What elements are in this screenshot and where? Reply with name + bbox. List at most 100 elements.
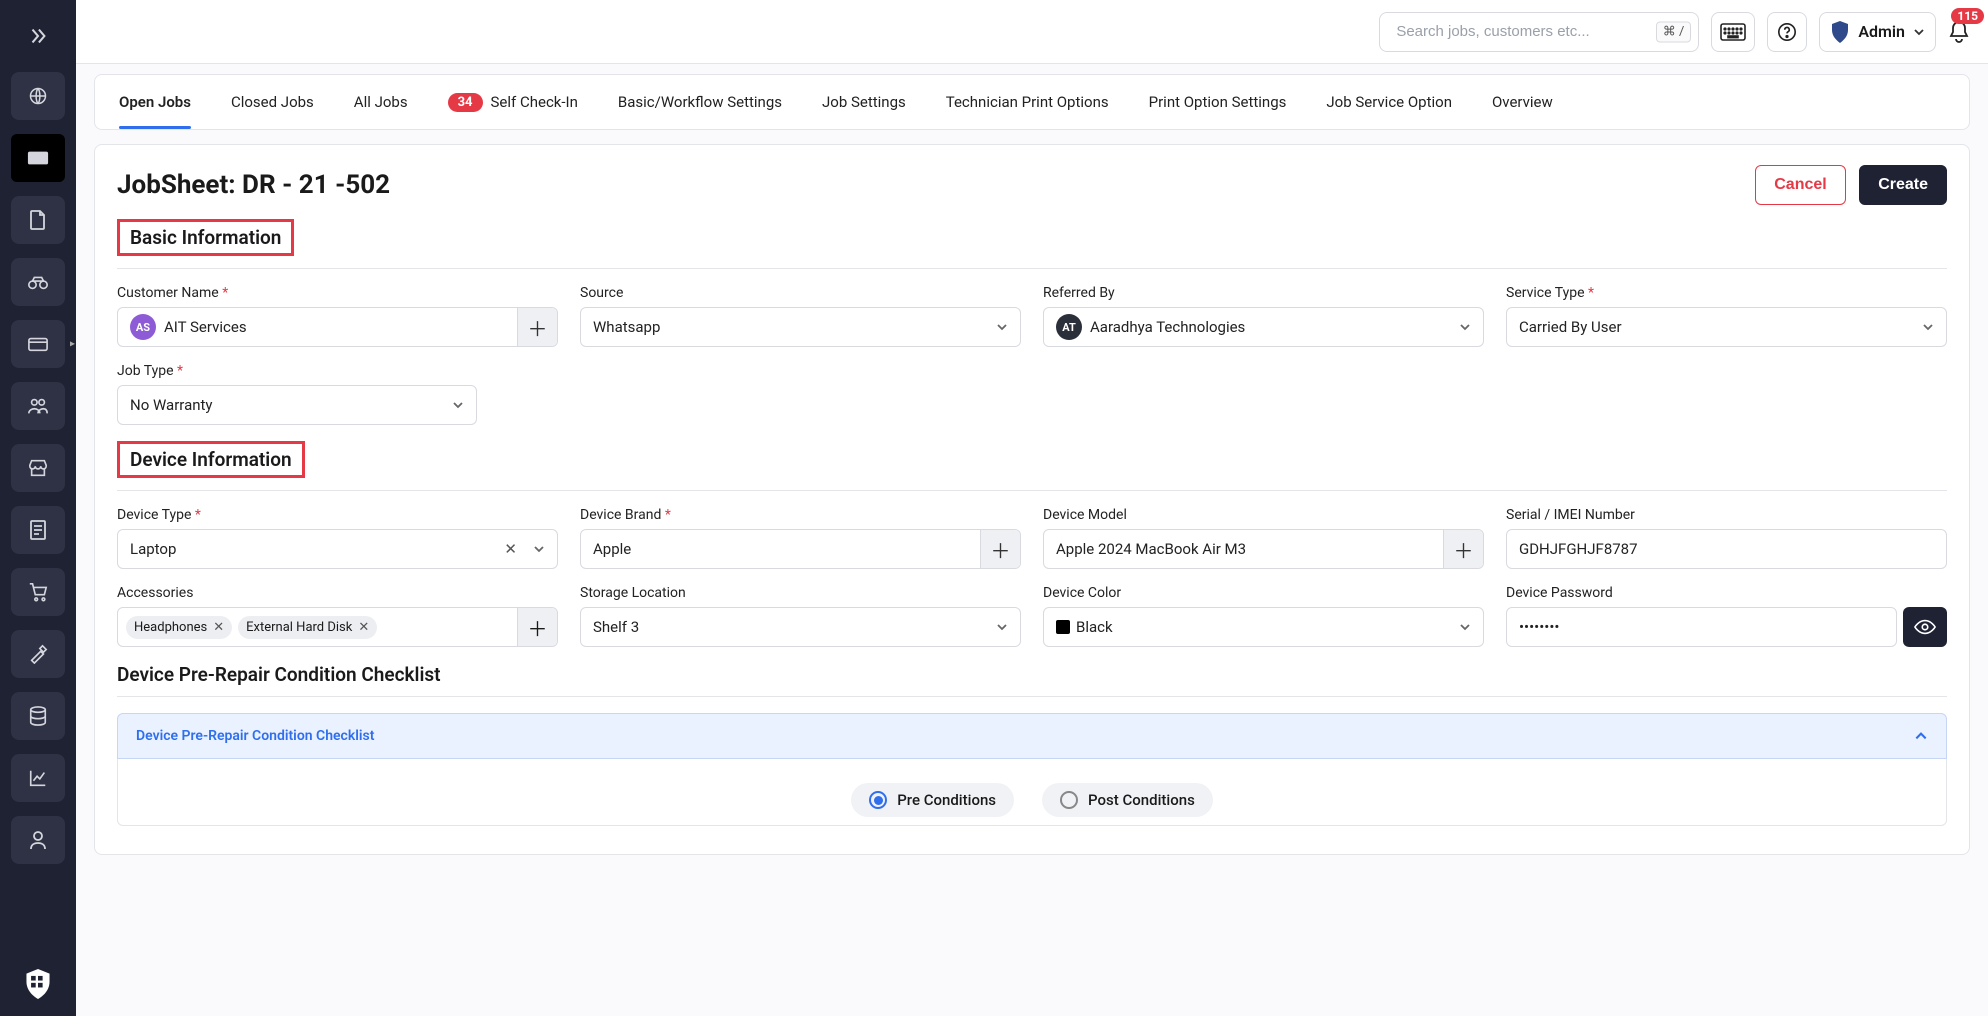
divider [117,268,1947,269]
search-input[interactable] [1379,12,1699,52]
help-icon [1777,22,1797,42]
sidebar-item-dashboard[interactable] [11,72,65,120]
sidebar-expand-button[interactable] [16,14,60,58]
service-type-select[interactable]: Carried By User [1506,307,1947,347]
section-device-info: Device Information [117,441,305,478]
tools-icon [28,644,48,664]
color-select[interactable]: Black [1043,607,1484,647]
storage-select[interactable]: Shelf 3 [580,607,1021,647]
sidebar-item-database[interactable] [11,692,65,740]
sidebar-item-invoices[interactable] [11,196,65,244]
profile-label: Admin [1858,22,1905,41]
add-accessory-button[interactable]: ＋ [517,608,557,646]
eye-icon [1914,619,1936,635]
tab-label: All Jobs [354,93,408,111]
source-select[interactable]: Whatsapp [580,307,1021,347]
customer-name-select[interactable]: AS AIT Services ＋ [117,307,558,347]
color-label: Device Color [1043,585,1484,601]
store-icon [28,459,48,477]
sidebar-item-jobs[interactable] [11,134,65,182]
sidebar-item-reports[interactable] [11,754,65,802]
accessories-input[interactable]: Headphones✕ External Hard Disk✕ ＋ [117,607,558,647]
keyboard-button[interactable] [1711,12,1755,52]
sidebar-item-customers[interactable] [11,258,65,306]
topbar: ⌘ / Admin 115 [76,0,1988,64]
device-type-label: Device Type * [117,507,558,523]
chevron-down-icon [1913,27,1925,37]
cancel-button[interactable]: Cancel [1755,165,1845,205]
create-button[interactable]: Create [1859,165,1947,205]
add-model-button[interactable]: ＋ [1443,530,1483,568]
jobsheet-form: JobSheet: DR - 21 -502 Cancel Create Bas… [94,144,1970,855]
clear-device-type-button[interactable]: ✕ [504,540,517,558]
toggle-password-button[interactable] [1903,607,1947,647]
serial-input[interactable]: GDHJFGHJF8787 [1506,529,1947,569]
tab-label: Self Check-In [491,93,578,111]
sidebar-item-tools[interactable] [11,630,65,678]
device-model-value: Apple 2024 MacBook Air M3 [1056,540,1439,558]
pre-conditions-radio[interactable]: Pre Conditions [851,783,1014,817]
tab-overview[interactable]: Overview [1492,75,1553,129]
add-brand-button[interactable]: ＋ [980,530,1020,568]
service-type-value: Carried By User [1519,318,1902,336]
sidebar-item-payments[interactable]: ▸ [11,320,65,368]
post-conditions-radio[interactable]: Post Conditions [1042,783,1213,817]
chevron-down-icon [533,545,545,553]
job-type-select[interactable]: No Warranty [117,385,477,425]
chevron-down-icon [1459,323,1471,331]
divider [117,696,1947,697]
serial-value: GDHJFGHJF8787 [1519,540,1934,558]
chevron-down-icon [996,623,1008,631]
tab-workflow-settings[interactable]: Basic/Workflow Settings [618,75,782,129]
chart-icon [28,768,48,788]
radio-label: Pre Conditions [897,791,996,809]
profile-menu[interactable]: Admin [1819,12,1936,52]
checklist-heading: Device Pre-Repair Condition Checklist [117,663,1947,686]
person-icon [29,830,47,850]
notifications-button[interactable]: 115 [1948,12,1970,52]
password-label: Device Password [1506,585,1947,601]
tab-job-service[interactable]: Job Service Option [1326,75,1452,129]
password-input[interactable]: •••••••• [1506,607,1897,647]
tab-job-settings[interactable]: Job Settings [822,75,906,129]
device-brand-select[interactable]: Apple ＋ [580,529,1021,569]
tab-all-jobs[interactable]: All Jobs [354,75,408,129]
device-model-select[interactable]: Apple 2024 MacBook Air M3 ＋ [1043,529,1484,569]
chevron-down-icon [452,401,464,409]
tab-open-jobs[interactable]: Open Jobs [119,75,191,129]
checklist-accordion-header[interactable]: Device Pre-Repair Condition Checklist [117,713,1947,759]
referred-by-label: Referred By [1043,285,1484,301]
wallet-icon [28,335,48,353]
referred-avatar: AT [1056,314,1082,340]
tab-label: Overview [1492,93,1553,111]
shield-logo-icon [24,969,52,999]
referred-by-select[interactable]: AT Aaradhya Technologies [1043,307,1484,347]
chevron-double-right-icon [27,25,49,47]
sidebar-item-team[interactable] [11,382,65,430]
tab-badge: 34 [448,93,483,112]
tab-self-checkin[interactable]: 34 Self Check-In [448,75,578,129]
chevron-down-icon [1459,623,1471,631]
sidebar-item-cart[interactable] [11,568,65,616]
device-type-select[interactable]: Laptop ✕ [117,529,558,569]
chevron-down-icon [1922,323,1934,331]
tab-label: Job Settings [822,93,906,111]
sidebar-item-documents[interactable] [11,506,65,554]
customer-name-label: Customer Name * [117,285,558,301]
device-brand-value: Apple [593,540,976,558]
tab-print-settings[interactable]: Print Option Settings [1149,75,1287,129]
sidebar-item-store[interactable] [11,444,65,492]
remove-tag-button[interactable]: ✕ [213,620,224,635]
tab-closed-jobs[interactable]: Closed Jobs [231,75,314,129]
sidebar: ▸ [0,0,76,1016]
storage-value: Shelf 3 [593,618,976,636]
customer-avatar: AS [130,314,156,340]
divider [117,490,1947,491]
tab-tech-print[interactable]: Technician Print Options [946,75,1109,129]
job-type-value: No Warranty [130,396,432,414]
sidebar-item-profile[interactable] [11,816,65,864]
add-customer-button[interactable]: ＋ [517,308,557,346]
help-button[interactable] [1767,12,1807,52]
file-icon [29,210,47,230]
remove-tag-button[interactable]: ✕ [358,620,369,635]
